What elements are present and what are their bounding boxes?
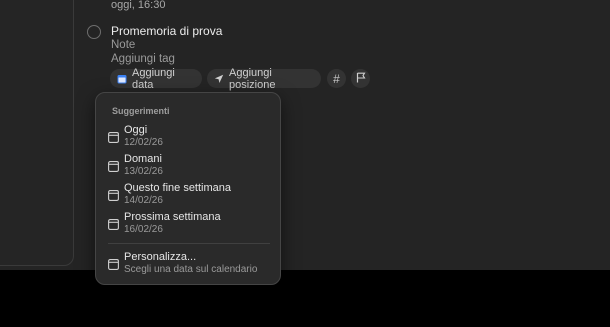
previous-reminder-date: oggi, 16:30 — [111, 0, 166, 11]
calendar-icon — [108, 188, 119, 206]
reminders-window: oggi, 16:30 Promemoria di prova Note Agg… — [0, 0, 610, 270]
suggestion-date: 13/02/26 — [124, 166, 163, 177]
calendar-icon — [108, 130, 119, 148]
date-suggestions-popover: Suggerimenti Oggi 12/02/26 Domani 13/02/… — [95, 92, 281, 285]
suggestion-date: 14/02/26 — [124, 195, 163, 206]
suggestion-this-weekend[interactable]: Questo fine settimana 14/02/26 — [96, 182, 280, 210]
calendar-icon — [108, 159, 119, 177]
suggestion-label: Oggi — [124, 124, 148, 136]
divider — [108, 243, 270, 244]
suggestion-label: Questo fine settimana — [124, 182, 232, 194]
add-tag-button[interactable]: # — [327, 69, 346, 88]
flag-button[interactable] — [351, 69, 370, 88]
reminder-title[interactable]: Promemoria di prova — [111, 24, 222, 38]
customize-subtitle: Scegli una data sul calendario — [124, 264, 258, 275]
suggestion-label: Prossima settimana — [124, 211, 221, 223]
flag-icon — [356, 72, 366, 86]
add-date-button[interactable]: Aggiungi data — [110, 66, 202, 91]
calendar-icon — [108, 217, 119, 235]
location-arrow-icon — [214, 74, 224, 84]
add-location-button[interactable]: Aggiungi posizione — [207, 66, 321, 91]
calendar-icon — [117, 74, 127, 84]
suggestion-date: 12/02/26 — [124, 137, 163, 148]
suggestions-header: Suggerimenti — [112, 106, 170, 116]
suggestion-customize[interactable]: Personalizza... Scegli una data sul cale… — [96, 251, 280, 279]
reminder-notes-field[interactable]: Note — [111, 39, 135, 51]
suggestion-label: Domani — [124, 153, 162, 165]
suggestion-today[interactable]: Oggi 12/02/26 — [96, 124, 280, 152]
calendar-icon — [108, 257, 119, 275]
suggestion-date: 16/02/26 — [124, 224, 163, 235]
suggestion-next-week[interactable]: Prossima settimana 16/02/26 — [96, 211, 280, 239]
reminder-complete-checkbox[interactable] — [87, 25, 101, 39]
reminder-tags-field[interactable]: Aggiungi tag — [111, 53, 175, 65]
hashtag-icon: # — [333, 71, 340, 86]
sidebar-panel — [0, 0, 74, 266]
customize-label: Personalizza... — [124, 251, 197, 263]
add-date-label: Aggiungi data — [132, 66, 175, 91]
add-location-label: Aggiungi posizione — [229, 66, 276, 91]
suggestion-tomorrow[interactable]: Domani 13/02/26 — [96, 153, 280, 181]
